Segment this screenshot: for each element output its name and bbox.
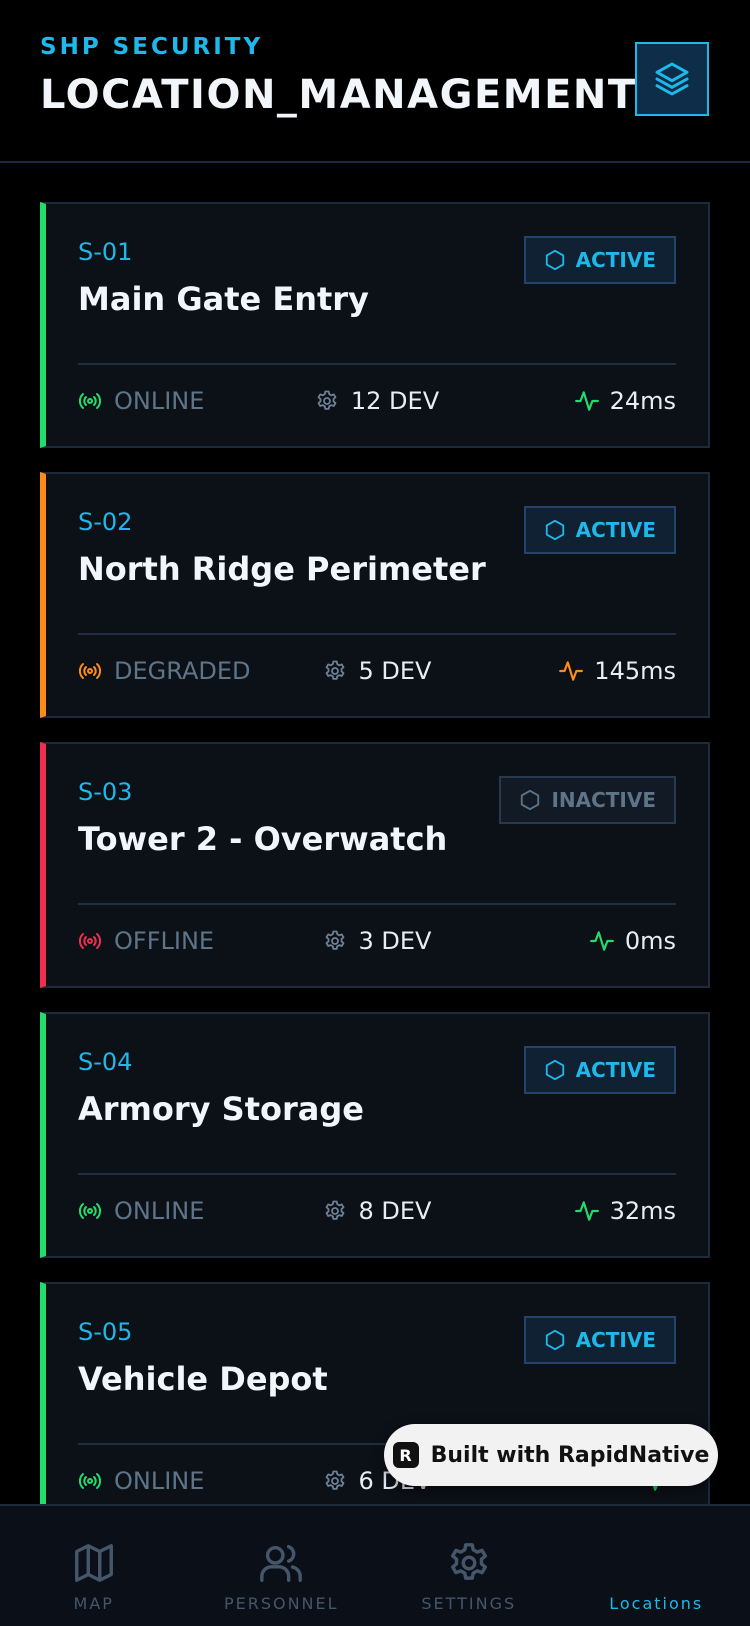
badge-label: ACTIVE (576, 248, 656, 272)
location-icon (633, 1540, 679, 1586)
status-badge: INACTIVE (499, 776, 676, 824)
users-icon (258, 1540, 304, 1586)
device-count-label: 5 DEV (359, 657, 432, 685)
nav-item-locations[interactable]: Locations (563, 1506, 750, 1626)
built-with-badge[interactable]: R Built with RapidNative (384, 1424, 718, 1486)
layers-button[interactable] (635, 42, 709, 116)
pulse-icon (574, 388, 600, 414)
site-name: Tower 2 - Overwatch (78, 820, 447, 858)
nav-item-personnel[interactable]: PERSONNEL (188, 1506, 376, 1626)
location-list: S-01 Main Gate Entry ACTIVE ONLINE 12 DE… (40, 202, 710, 1552)
card-divider (78, 1173, 676, 1175)
location-card[interactable]: S-02 North Ridge Perimeter ACTIVE DEGRAD… (40, 472, 710, 718)
gear-icon (323, 1469, 347, 1493)
page-title: LOCATION_MANAGEMENT (40, 72, 637, 118)
map-icon (71, 1540, 117, 1586)
device-count-label: 12 DEV (351, 387, 439, 415)
device-count-label: 3 DEV (359, 927, 432, 955)
badge-label: ACTIVE (576, 1328, 656, 1352)
pulse-icon (574, 1198, 600, 1224)
latency-label: 24ms (610, 387, 676, 415)
location-card[interactable]: S-01 Main Gate Entry ACTIVE ONLINE 12 DE… (40, 202, 710, 448)
site-name: Main Gate Entry (78, 280, 369, 318)
site-id: S-02 (78, 508, 132, 536)
latency: 32ms (574, 1194, 676, 1228)
site-id: S-04 (78, 1048, 132, 1076)
pulse-icon (589, 928, 615, 954)
hexagon-icon (519, 789, 541, 811)
nav-label: Locations (563, 1594, 750, 1613)
site-id: S-03 (78, 778, 132, 806)
brand-label: SHP SECURITY (40, 34, 263, 60)
nav-label: PERSONNEL (188, 1594, 376, 1613)
latency-label: 0ms (625, 927, 676, 955)
rapidnative-logo-icon: R (393, 1442, 419, 1468)
latency: 145ms (558, 654, 676, 688)
badge-label: ACTIVE (576, 518, 656, 542)
bottom-nav: MAP PERSONNEL SETTINGS Locations (0, 1504, 750, 1626)
device-count-label: 8 DEV (359, 1197, 432, 1225)
card-divider (78, 363, 676, 365)
hexagon-icon (544, 1329, 566, 1351)
status-badge: ACTIVE (524, 506, 676, 554)
status-badge: ACTIVE (524, 1316, 676, 1364)
site-name: Vehicle Depot (78, 1360, 328, 1398)
gear-icon (323, 1199, 347, 1223)
latency-label: 32ms (610, 1197, 676, 1225)
card-divider (78, 903, 676, 905)
nav-item-map[interactable]: MAP (0, 1506, 188, 1626)
pulse-icon (558, 658, 584, 684)
badge-label: INACTIVE (551, 788, 656, 812)
location-card[interactable]: S-05 Vehicle Depot ACTIVE ONLINE 6 DEV (40, 1282, 710, 1528)
site-name: North Ridge Perimeter (78, 550, 486, 588)
site-id: S-05 (78, 1318, 132, 1346)
latency-label: 145ms (594, 657, 676, 685)
site-id: S-01 (78, 238, 132, 266)
site-name: Armory Storage (78, 1090, 364, 1128)
built-with-label: Built with RapidNative (431, 1443, 710, 1468)
latency: 0ms (589, 924, 676, 958)
status-badge: ACTIVE (524, 1046, 676, 1094)
layers-icon (652, 59, 692, 99)
card-divider (78, 633, 676, 635)
location-card[interactable]: S-04 Armory Storage ACTIVE ONLINE 8 DEV (40, 1012, 710, 1258)
nav-label: SETTINGS (375, 1594, 563, 1613)
hexagon-icon (544, 519, 566, 541)
gear-icon (323, 929, 347, 953)
app-header: SHP SECURITY LOCATION_MANAGEMENT (0, 0, 750, 163)
nav-label: MAP (0, 1594, 188, 1613)
hexagon-icon (544, 249, 566, 271)
gear-icon (315, 389, 339, 413)
status-badge: ACTIVE (524, 236, 676, 284)
hexagon-icon (544, 1059, 566, 1081)
badge-label: ACTIVE (576, 1058, 656, 1082)
nav-item-settings[interactable]: SETTINGS (375, 1506, 563, 1626)
gear-icon (323, 659, 347, 683)
settings-icon (446, 1540, 492, 1586)
location-card[interactable]: S-03 Tower 2 - Overwatch INACTIVE OFFLIN… (40, 742, 710, 988)
latency: 24ms (574, 384, 676, 418)
